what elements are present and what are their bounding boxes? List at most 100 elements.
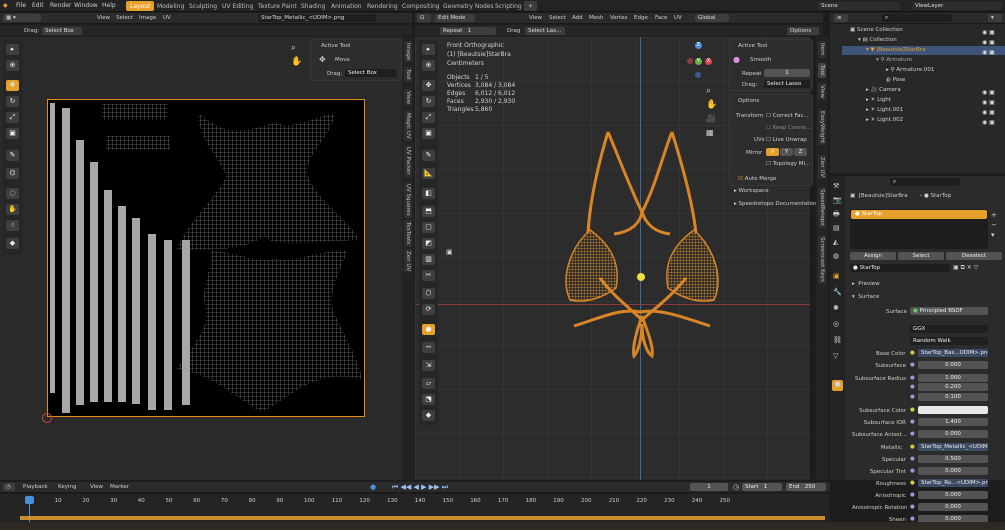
options-button[interactable]: Options xyxy=(787,27,819,35)
tab-screencast-keys[interactable]: Screencast Keys xyxy=(818,235,826,284)
outliner-row[interactable]: ◍ Pose xyxy=(842,76,1005,85)
socket-icon[interactable]: ● xyxy=(910,492,915,498)
vp-hand-icon[interactable]: ✋ xyxy=(706,100,717,110)
loop-cut-icon[interactable]: ▥ xyxy=(422,254,435,265)
scene-selector[interactable]: Scene xyxy=(818,2,900,10)
socket-icon[interactable]: ● xyxy=(910,431,915,437)
material-tab-icon[interactable]: ● xyxy=(832,380,843,391)
outliner-row[interactable]: ▾ ▤ Collection xyxy=(842,36,1005,45)
gizmo-neg-x-icon[interactable] xyxy=(687,58,693,64)
socket-icon[interactable]: ● xyxy=(910,504,915,510)
uv-menu-image[interactable]: Image xyxy=(139,15,156,21)
tab-vp-tool[interactable]: Tool xyxy=(818,63,826,78)
viewport-editor-type[interactable]: ⊡ xyxy=(417,14,431,22)
grab-icon[interactable]: ◌ xyxy=(6,188,19,199)
keep-connected-check[interactable]: ☐ Keep Conne... xyxy=(766,125,811,131)
tab-uv-packer[interactable]: UV Packer xyxy=(404,145,412,177)
live-unwrap-check[interactable]: ☐ Live Unwrap xyxy=(766,137,807,143)
mode-selector[interactable]: Edit Mode xyxy=(435,14,475,22)
vp-rotate-icon[interactable]: ↻ xyxy=(422,96,435,107)
menu-playback[interactable]: Playback xyxy=(23,484,48,490)
gizmo-x-icon[interactable]: X xyxy=(705,58,712,65)
vp-add-cube-icon[interactable]: ◧ xyxy=(422,188,435,199)
tab-scripting[interactable]: Scripting xyxy=(491,1,526,11)
vp-scale-icon[interactable]: ⤢ xyxy=(422,112,435,123)
particles-tab-icon[interactable]: ✺ xyxy=(833,304,839,312)
color-swatch[interactable] xyxy=(918,406,988,414)
tab-zen-uv[interactable]: Zen UV xyxy=(404,249,412,274)
tab-textools[interactable]: TexTools xyxy=(404,220,412,247)
physics-tab-icon[interactable]: ◎ xyxy=(833,320,839,328)
gizmo-y-icon[interactable]: Y xyxy=(695,58,702,65)
select-icon[interactable]: ▸ xyxy=(6,44,19,55)
bevel-icon[interactable]: ◩ xyxy=(422,238,435,249)
smooth-icon[interactable]: ● xyxy=(422,324,435,335)
vp-annotate-icon[interactable]: ✎ xyxy=(422,150,435,161)
gizmo-neg-z-icon[interactable] xyxy=(695,72,701,78)
value-slider[interactable]: 0.000 xyxy=(918,361,988,369)
preview-section[interactable]: ▸ Preview xyxy=(852,281,880,287)
value-slider[interactable]: 0.000 xyxy=(918,503,988,511)
outliner-row[interactable]: ▸ ☀ Light.002 xyxy=(842,116,1005,125)
poly-build-icon[interactable]: ⬡ xyxy=(422,288,435,299)
lasso-dropdown[interactable]: Select Lasso xyxy=(764,80,810,88)
model-wireframe[interactable] xyxy=(560,128,725,363)
socket-icon[interactable]: ● xyxy=(910,468,915,474)
value-slider[interactable]: 0.000 xyxy=(918,467,988,475)
rip-icon[interactable]: ⌬ xyxy=(6,168,19,179)
properties-search[interactable]: ⌕ xyxy=(890,178,960,186)
tab-uv-squares[interactable]: UV Squares xyxy=(404,182,412,218)
surface-section[interactable]: ▾ Surface xyxy=(852,294,879,300)
output-tab-icon[interactable]: 🖶 xyxy=(833,210,840,221)
value-slider[interactable]: 0.500 xyxy=(918,455,988,463)
tab-vp-view[interactable]: View xyxy=(818,83,826,101)
tab-modeling[interactable]: Modeling xyxy=(153,1,188,11)
rip-region-icon[interactable]: ⬔ xyxy=(422,394,435,405)
menu-file[interactable]: File xyxy=(16,2,26,9)
tab-animation[interactable]: Animation xyxy=(327,1,366,11)
tab-sculpting[interactable]: Sculpting xyxy=(185,1,221,11)
uv-menu-view[interactable]: View xyxy=(97,15,110,21)
uv-canvas[interactable] xyxy=(47,99,365,417)
tab-vp-zen-uv[interactable]: Zen UV xyxy=(818,155,826,180)
vp-menu-add[interactable]: Add xyxy=(572,15,583,21)
auto-merge-check[interactable]: ☑ Auto Merge xyxy=(738,176,776,182)
deselect-button[interactable]: Deselect xyxy=(946,252,1002,260)
2d-cursor-icon[interactable] xyxy=(42,413,52,423)
uv-drag-select[interactable]: Select Box xyxy=(42,27,82,35)
value-slider[interactable]: 0.000 xyxy=(918,430,988,438)
value-slider[interactable]: 0.200 xyxy=(918,383,988,391)
tab-rendering[interactable]: Rendering xyxy=(363,1,402,11)
repeat-input[interactable]: 1 xyxy=(764,69,810,77)
socket-icon[interactable]: ● xyxy=(910,480,915,486)
camera-view-icon[interactable]: 🎥 xyxy=(706,114,716,123)
record-icon[interactable]: ● xyxy=(370,483,376,491)
playhead[interactable] xyxy=(25,496,34,504)
filter-icon[interactable]: ▾ xyxy=(988,14,1002,22)
repeat-field[interactable]: Repeat 1 xyxy=(440,27,496,35)
socket-icon[interactable]: ● xyxy=(910,407,915,413)
extrude-icon[interactable]: ⬒ xyxy=(422,206,435,217)
tab-image[interactable]: Image xyxy=(404,41,412,63)
mirror-z-toggle[interactable]: Z xyxy=(794,148,807,156)
menu-keying[interactable]: Keying xyxy=(58,484,76,490)
annotate-icon[interactable]: ✎ xyxy=(6,150,19,161)
knife-icon[interactable]: ✂ xyxy=(422,270,435,281)
clock-icon[interactable]: ◷ xyxy=(733,483,739,491)
vp-zoom-icon[interactable]: ⌕ xyxy=(706,86,711,96)
tab-tool[interactable]: Tool xyxy=(404,67,412,82)
outliner-row[interactable]: ▣ Scene Collection xyxy=(842,26,1005,35)
zen-uv-icon[interactable]: ◆ xyxy=(6,238,19,249)
view-layer-selector[interactable]: ViewLayer xyxy=(912,2,1002,10)
zoom-icon[interactable]: ⌕ xyxy=(291,43,296,53)
mirror-x-toggle[interactable]: X xyxy=(766,148,779,156)
assign-button[interactable]: Assign xyxy=(850,252,896,260)
material-name-field[interactable]: ● StarTop xyxy=(850,264,950,272)
surface-shader-field[interactable]: ● Principled BSDF xyxy=(910,307,988,315)
select-button[interactable]: Select xyxy=(898,252,944,260)
world-tab-icon[interactable]: ◍ xyxy=(833,252,839,260)
tool-tab-icon[interactable]: ⚒ xyxy=(833,182,839,190)
vp-select-icon[interactable]: ▸ xyxy=(422,44,435,55)
current-frame-input[interactable]: 1 xyxy=(690,483,728,491)
uv-menu-uv[interactable]: UV xyxy=(163,15,171,21)
